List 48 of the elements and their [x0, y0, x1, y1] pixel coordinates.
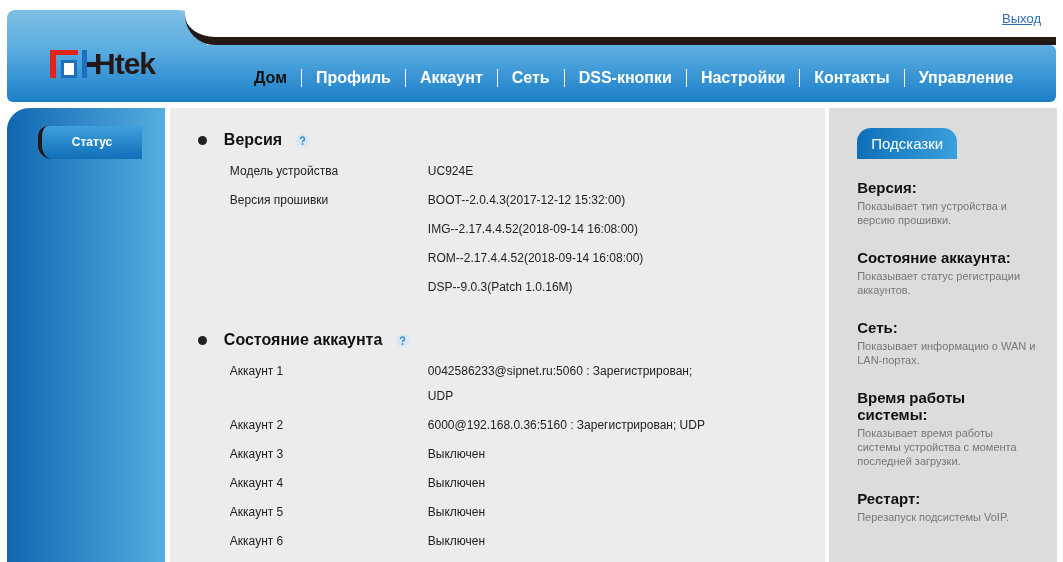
- field-value: BOOT--2.0.4.3(2017-12-12 15:32:00): [427, 192, 627, 209]
- hint-text: Показывает тип устройства и версию прошивки.: [857, 199, 1008, 227]
- bullet-icon: [197, 135, 207, 145]
- field-value: Выключен: [427, 504, 487, 521]
- field-value: Выключен: [427, 533, 487, 550]
- field-value: 0042586233@sipnet.ru:5060 : Зарегистрирован; UDP: [427, 363, 694, 405]
- help-icon[interactable]: [296, 133, 310, 147]
- section-title: Версия: [223, 131, 283, 149]
- field-value: ROM--2.17.4.4.52(2018-09-14 16:08:00): [427, 250, 645, 267]
- hint-title: Состояние аккаунта:: [857, 249, 1012, 266]
- nav-tab[interactable]: Профиль: [302, 68, 405, 87]
- field-label: Версия прошивки: [228, 192, 330, 209]
- hint-title: Время работы системы:: [857, 389, 967, 423]
- hint-text: Перезапуск подсистемы VoIP.: [857, 510, 1010, 524]
- field-label: Аккаунт 2: [228, 417, 285, 434]
- nav-tab[interactable]: DSS-кнопки: [564, 68, 686, 87]
- field-value: Выключен: [427, 446, 487, 463]
- bullet-icon: [197, 335, 207, 345]
- field-label: Аккаунт 3: [228, 446, 285, 463]
- hint-title: Рестарт:: [857, 490, 922, 507]
- field-value: IMG--2.17.4.4.52(2018-09-14 16:08:00): [427, 221, 639, 238]
- field-label: Аккаунт 1: [228, 363, 285, 380]
- sidebar-item[interactable]: Статус: [38, 126, 142, 159]
- logo-icon: [50, 49, 96, 78]
- section-title: Состояние аккаунта: [223, 331, 383, 349]
- hint-title: Версия:: [857, 179, 918, 196]
- field-label: Аккаунт 5: [228, 504, 285, 521]
- nav-tab[interactable]: Контакты: [800, 68, 904, 87]
- hint-title: Сеть:: [857, 319, 899, 336]
- field-value: Выключен: [427, 475, 487, 492]
- hint-text: Показывает время работы системы устройства с момента последней загрузки.: [857, 426, 1018, 468]
- field-value: 6000@192.168.0.36:5160 : Зарегистрирован; UDP: [427, 417, 706, 434]
- nav-tab[interactable]: Сеть: [497, 68, 564, 87]
- logo-text: Htek: [94, 46, 156, 81]
- field-value: UC924E: [427, 163, 475, 180]
- field-label: Модель устройства: [228, 163, 340, 180]
- hint-text: Показывает информацию о WAN и LAN-портах.: [857, 339, 1037, 367]
- field-label: Аккаунт 6: [228, 533, 285, 550]
- help-icon[interactable]: [396, 333, 410, 347]
- hints-header: Подсказки: [857, 128, 958, 159]
- field-value: DSP--9.0.3(Patch 1.0.16M): [427, 279, 574, 296]
- field-label: Аккаунт 4: [228, 475, 285, 492]
- nav-tab[interactable]: Аккаунт: [405, 68, 497, 87]
- nav-tab[interactable]: Настройки: [686, 68, 800, 87]
- hint-text: Показывает статус регистрации аккаунтов.: [857, 269, 1022, 297]
- nav-tab[interactable]: Управление: [904, 68, 1028, 87]
- logout-link[interactable]: Выход: [1002, 11, 1041, 26]
- nav-tab[interactable]: Дом: [240, 68, 301, 87]
